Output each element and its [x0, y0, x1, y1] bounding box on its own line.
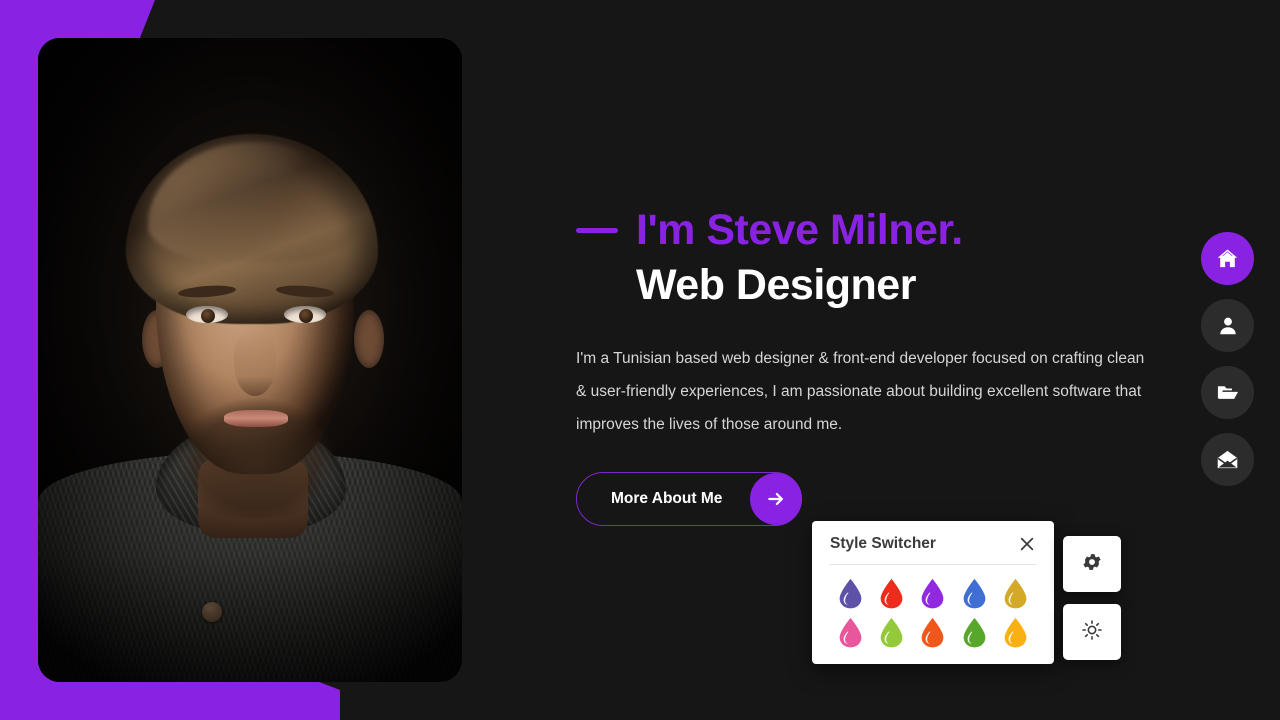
sidebar-item-home[interactable] — [1201, 232, 1254, 285]
home-icon — [1216, 247, 1239, 270]
hero-role: Web Designer — [636, 261, 916, 310]
color-swatch-green[interactable] — [961, 617, 988, 648]
style-switcher-header: Style Switcher — [830, 535, 1036, 565]
color-swatch-red[interactable] — [878, 578, 905, 609]
portrait-photo — [38, 38, 462, 682]
arrow-right-icon — [750, 473, 803, 525]
color-swatch-amber[interactable] — [1002, 617, 1029, 648]
portfolio-hero-page: I'm Steve Milner. Web Designer I'm a Tun… — [0, 0, 1280, 720]
color-swatch-yellow-green[interactable] — [878, 617, 905, 648]
sidebar-item-about[interactable] — [1201, 299, 1254, 352]
style-switcher-title: Style Switcher — [830, 535, 936, 552]
folder-icon — [1216, 381, 1239, 404]
settings-button[interactable] — [1063, 536, 1121, 592]
gear-icon — [1081, 551, 1103, 578]
color-swatch-pink[interactable] — [837, 617, 864, 648]
hero-text-block: I'm Steve Milner. Web Designer I'm a Tun… — [576, 206, 1176, 441]
color-swatch-grid — [830, 578, 1036, 648]
envelope-icon — [1216, 448, 1239, 471]
light-mode-button[interactable] — [1063, 604, 1121, 660]
floating-action-buttons — [1063, 536, 1121, 660]
user-icon — [1217, 315, 1239, 337]
portrait-photo-card — [38, 38, 462, 682]
hero-description: I'm a Tunisian based web designer & fron… — [576, 350, 1145, 434]
sidebar-item-contact[interactable] — [1201, 433, 1254, 486]
color-swatch-slate-purple[interactable] — [837, 578, 864, 609]
style-switcher-panel: Style Switcher — [812, 521, 1054, 664]
hero-name-row: I'm Steve Milner. — [576, 206, 1176, 254]
color-swatch-blue[interactable] — [961, 578, 988, 609]
color-swatch-purple[interactable] — [919, 578, 946, 609]
side-navigation — [1201, 232, 1254, 486]
sidebar-item-portfolio[interactable] — [1201, 366, 1254, 419]
close-icon[interactable] — [1018, 535, 1036, 553]
sun-icon — [1081, 619, 1103, 646]
dash-accent-icon — [576, 228, 618, 234]
more-about-me-button[interactable]: More About Me — [576, 472, 803, 526]
more-about-me-label: More About Me — [611, 490, 723, 507]
color-swatch-orange-red[interactable] — [919, 617, 946, 648]
color-swatch-gold[interactable] — [1002, 578, 1029, 609]
portrait-vignette — [38, 38, 462, 682]
hero-name: I'm Steve Milner. — [636, 206, 963, 254]
